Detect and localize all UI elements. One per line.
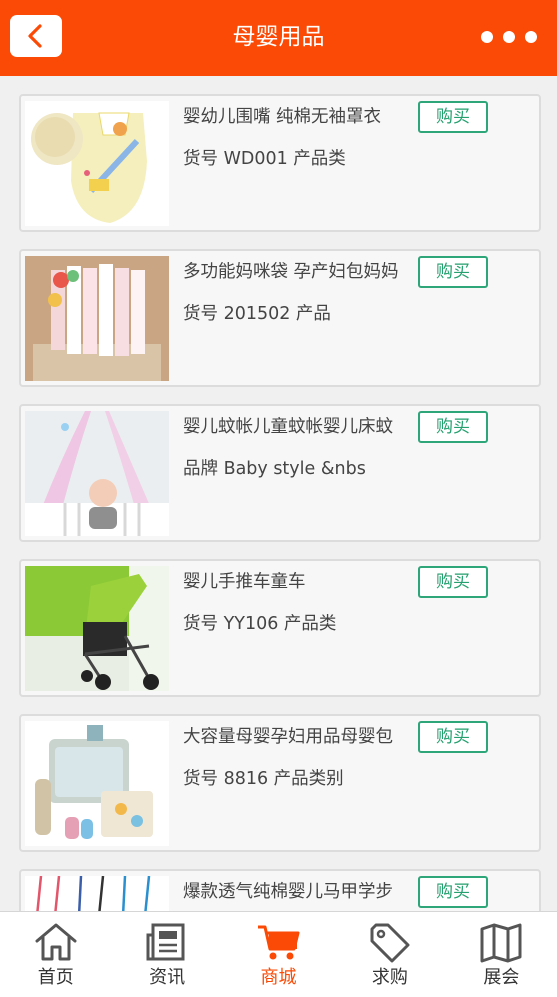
tab-label: 展会: [483, 967, 520, 988]
product-card[interactable]: 大容量母婴孕妇用品母婴包 货号 8816 产品类别 购买: [19, 714, 541, 852]
product-thumbnail[interactable]: [25, 256, 169, 381]
product-title[interactable]: 多功能妈咪袋 孕产妇包妈妈: [183, 259, 415, 287]
product-title[interactable]: 婴儿蚊帐儿童蚊帐婴儿床蚊: [183, 414, 415, 442]
product-title[interactable]: 婴儿手推车童车: [183, 569, 415, 597]
product-thumbnail[interactable]: [25, 721, 169, 846]
product-card[interactable]: 婴儿手推车童车 货号 YY106 产品类 购买: [19, 559, 541, 697]
home-icon: [35, 923, 77, 961]
tab-home[interactable]: 首页: [0, 912, 111, 997]
buy-button[interactable]: 购买: [418, 566, 488, 598]
tab-exhibition[interactable]: 展会: [446, 912, 557, 997]
cart-icon: [257, 925, 300, 960]
product-thumbnail[interactable]: [25, 876, 169, 911]
product-thumbnail[interactable]: [25, 566, 169, 691]
header-bar: 母婴用品: [0, 0, 557, 76]
product-code: 货号 WD001 产品类: [183, 149, 346, 169]
product-card[interactable]: 婴儿蚊帐儿童蚊帐婴儿床蚊 品牌 Baby style &nbs 购买: [19, 404, 541, 542]
product-thumbnail[interactable]: [25, 411, 169, 536]
tab-mall[interactable]: 商城: [223, 912, 334, 997]
product-code: 货号 201502 产品: [183, 304, 331, 324]
bottom-tab-bar: 首页 资讯 商城 求购 展会: [0, 911, 557, 997]
buy-button[interactable]: 购买: [418, 101, 488, 133]
tab-news[interactable]: 资讯: [111, 912, 222, 997]
tab-label: 资讯: [149, 967, 186, 988]
buy-button[interactable]: 购买: [418, 256, 488, 288]
map-icon: [480, 923, 522, 963]
product-code: 货号 8816 产品类别: [183, 769, 344, 789]
product-title[interactable]: 爆款透气纯棉婴儿马甲学步: [183, 879, 415, 907]
buy-button[interactable]: 购买: [418, 876, 488, 908]
tab-buying[interactable]: 求购: [334, 912, 445, 997]
product-title[interactable]: 婴幼儿围嘴 纯棉无袖罩衣: [183, 104, 415, 132]
product-card[interactable]: 多功能妈咪袋 孕产妇包妈妈 货号 201502 产品 购买: [19, 249, 541, 387]
buy-button[interactable]: 购买: [418, 411, 488, 443]
product-title[interactable]: 大容量母婴孕妇用品母婴包: [183, 724, 415, 752]
product-thumbnail[interactable]: [25, 101, 169, 226]
tag-icon: [370, 923, 410, 963]
tab-label: 求购: [371, 967, 408, 988]
tab-label: 商城: [260, 967, 297, 988]
news-icon: [146, 923, 185, 961]
product-card[interactable]: 爆款透气纯棉婴儿马甲学步 购买: [19, 869, 541, 911]
page-title: 母婴用品: [232, 24, 325, 50]
buy-button[interactable]: 购买: [418, 721, 488, 753]
tab-label: 首页: [37, 967, 74, 988]
product-code: 品牌 Baby style &nbs: [183, 459, 366, 479]
more-button[interactable]: [481, 24, 537, 50]
product-list[interactable]: 婴幼儿围嘴 纯棉无袖罩衣 货号 WD001 产品类 购买 多功能妈咪袋 孕产妇包…: [0, 76, 557, 911]
more-dots-icon: [481, 31, 493, 43]
product-card[interactable]: 婴幼儿围嘴 纯棉无袖罩衣 货号 WD001 产品类 购买: [19, 94, 541, 232]
product-code: 货号 YY106 产品类: [183, 614, 337, 634]
